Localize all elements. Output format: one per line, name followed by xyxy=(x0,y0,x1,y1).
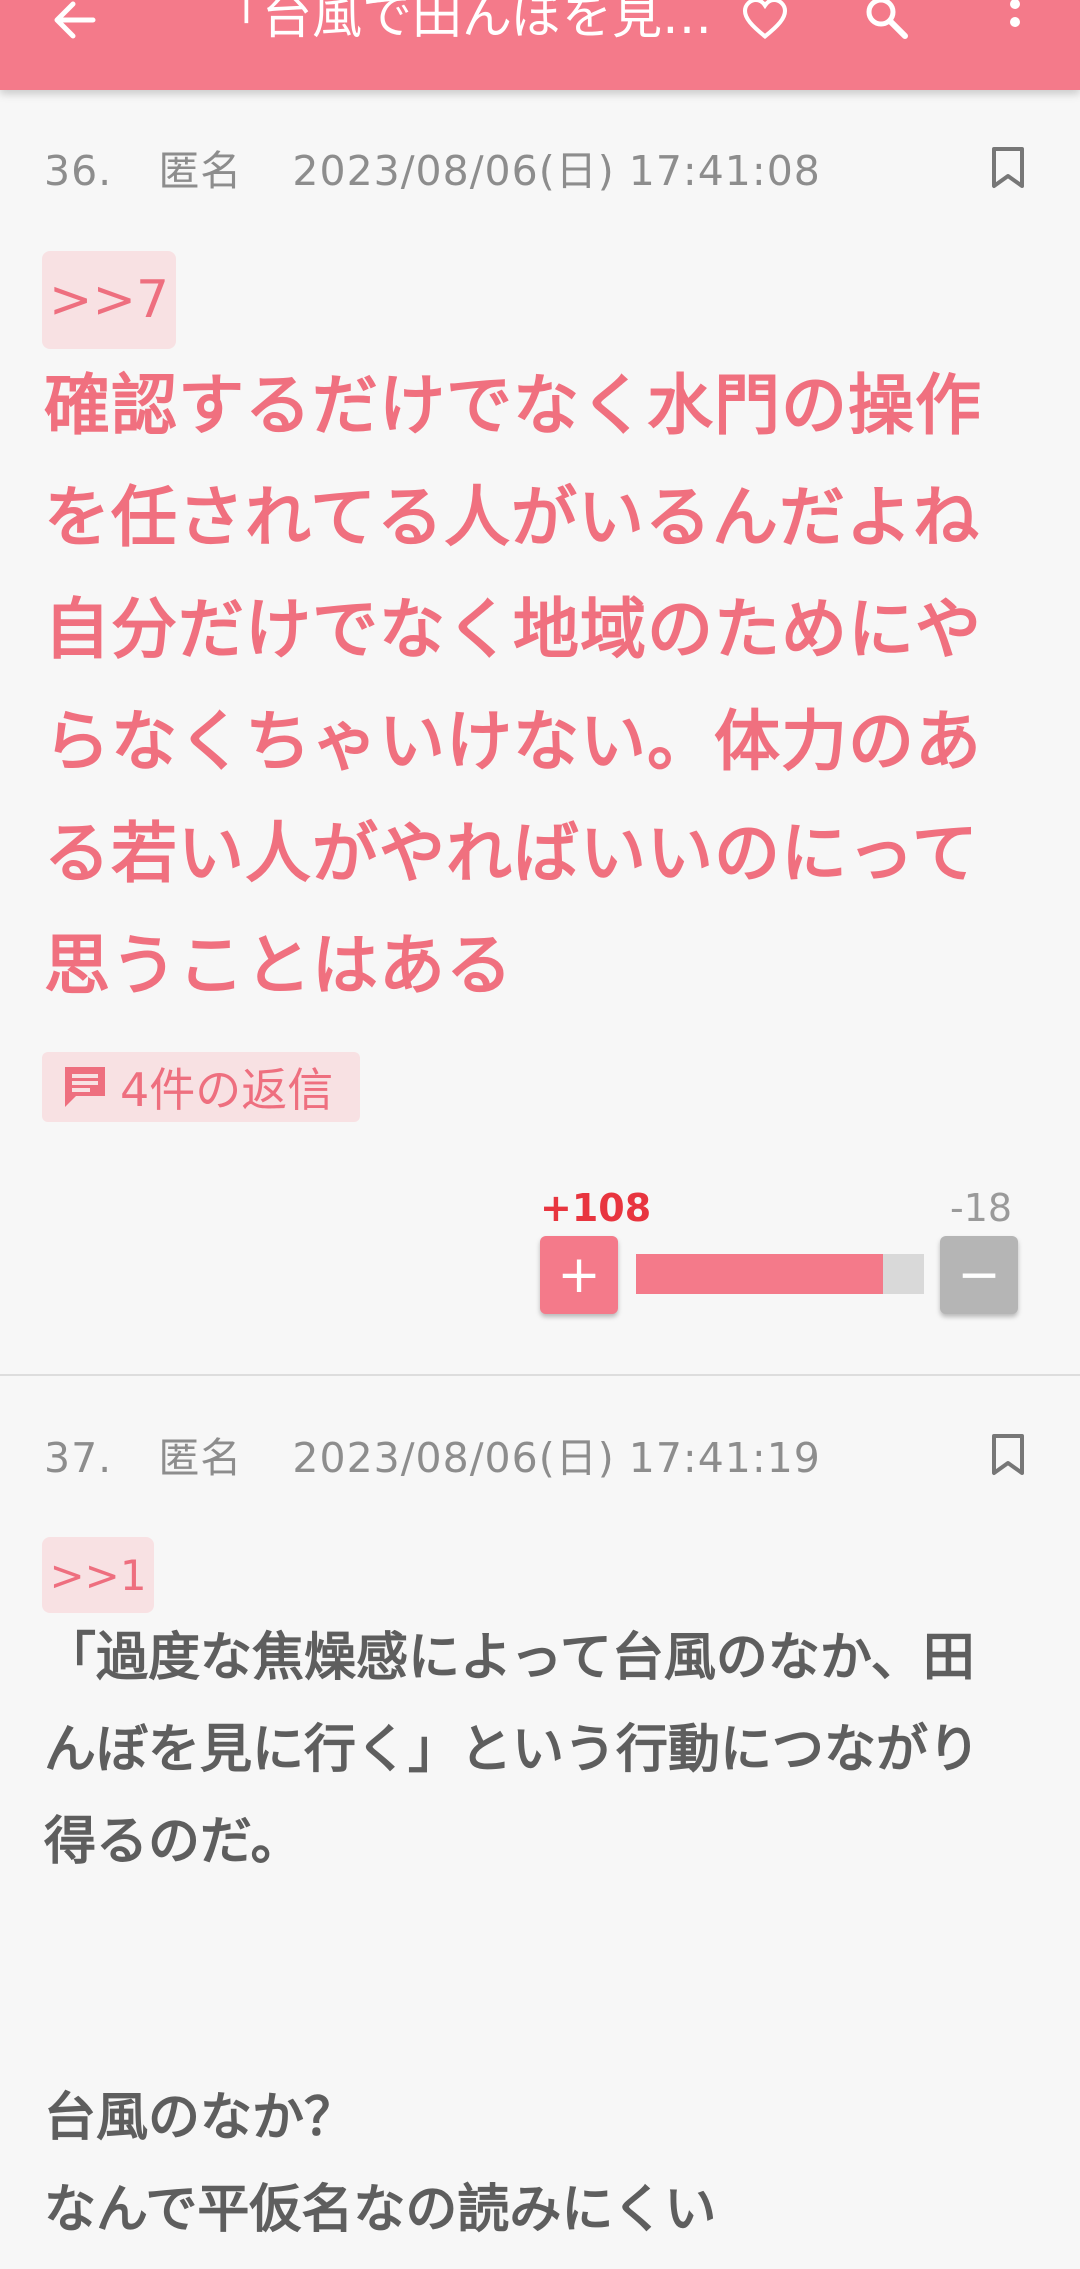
body-line: んぼを見に行く」という行動につながり xyxy=(44,1720,981,1780)
body-line: らなくちゃいけない。体力のあ xyxy=(44,703,982,780)
body-line: 台風のなか？ xyxy=(44,2088,357,2148)
body-line: る若い人がやればいいのにって xyxy=(44,815,979,892)
page-title: 「台風で田んぼを見… xyxy=(212,0,712,45)
replies-button[interactable]: 4件の返信 xyxy=(42,1052,360,1122)
comment-author: 匿名 xyxy=(158,147,243,195)
comment-author: 匿名 xyxy=(158,1434,243,1482)
comment-body: 確認するだけでなく水門の操作 を任されてる人がいるんだよね 自分だけでなく地域の… xyxy=(44,350,1044,1022)
body-line: 確認するだけでなく水門の操作 xyxy=(44,367,982,444)
divider xyxy=(0,1374,1080,1376)
replies-label: 4件の返信 xyxy=(120,1063,334,1117)
body-line: を任されてる人がいるんだよね xyxy=(44,479,981,556)
search-icon[interactable] xyxy=(858,0,918,40)
comment-datetime: 2023/08/06(日) 17:41:08 xyxy=(292,147,821,195)
bookmark-icon[interactable] xyxy=(990,1433,1026,1477)
reply-anchor-link[interactable]: >>1 xyxy=(42,1537,154,1613)
comment-number: 36. xyxy=(44,147,113,195)
minus-vote-count: -18 xyxy=(950,1186,1013,1230)
comment-number: 37. xyxy=(44,1434,113,1482)
body-line: 自分だけでなく地域のためにや xyxy=(44,591,982,668)
vote-ratio-fill xyxy=(636,1254,883,1294)
comment-body: 「過度な焦燥感によって台風のなか、田 んぼを見に行く」という行動につながり 得る… xyxy=(44,1612,1054,2256)
plus-vote-count: +108 xyxy=(540,1186,652,1230)
body-line: 思うことはある xyxy=(44,927,513,1004)
app-bar: 「台風で田んぼを見… xyxy=(0,0,1080,90)
body-line xyxy=(44,1888,1054,1980)
comment-meta: 37. 匿名 2023/08/06(日) 17:41:19 xyxy=(44,1424,821,1484)
comment-meta: 36. 匿名 2023/08/06(日) 17:41:08 xyxy=(44,137,821,197)
minus-vote-button[interactable]: − xyxy=(940,1236,1018,1314)
more-vert-icon[interactable] xyxy=(990,0,1040,40)
body-line xyxy=(44,1980,1054,2072)
reply-anchor-link[interactable]: >>7 xyxy=(42,251,176,349)
body-line: 得るのだ。 xyxy=(44,1812,303,1872)
comment-icon xyxy=(65,1067,105,1107)
body-line: 「過度な焦燥感によって台風のなか、田 xyxy=(44,1628,975,1688)
body-line: なんで平仮名なの読みにくい xyxy=(44,2180,717,2240)
vote-ratio-bar xyxy=(636,1254,924,1294)
comment-datetime: 2023/08/06(日) 17:41:19 xyxy=(292,1434,821,1482)
heart-icon[interactable] xyxy=(735,0,795,40)
plus-vote-button[interactable]: + xyxy=(540,1236,618,1314)
back-arrow-icon[interactable] xyxy=(45,0,105,40)
bookmark-icon[interactable] xyxy=(990,146,1026,190)
